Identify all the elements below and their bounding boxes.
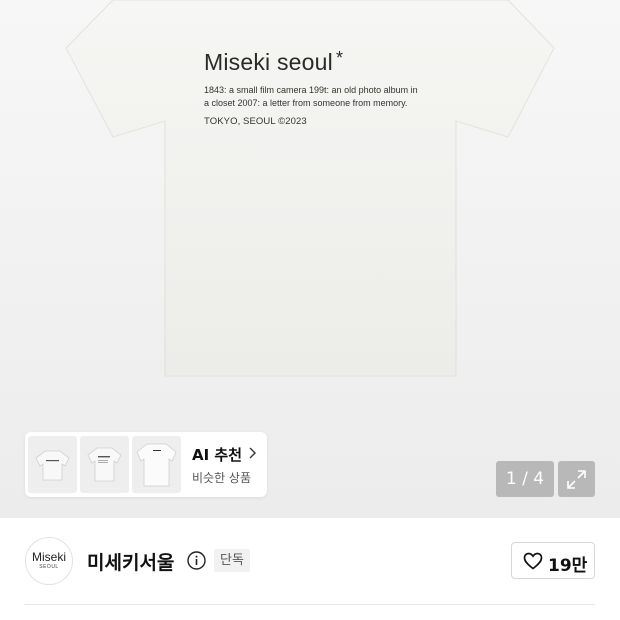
store-logo[interactable]: Miseki SEOUL — [25, 537, 73, 585]
ai-recommendation-subtitle: 비슷한 상품 — [192, 471, 252, 485]
recommendation-thumbnail[interactable] — [80, 436, 129, 493]
recommendation-thumbnail[interactable] — [28, 436, 77, 493]
like-count: 19만 — [548, 556, 588, 576]
recommendation-thumbnail[interactable] — [132, 436, 181, 493]
product-image-gallery[interactable]: Miseki seoul * 1843: a small film camera … — [0, 0, 620, 518]
store-name[interactable]: 미세키서울 — [87, 548, 174, 575]
heart-icon — [523, 552, 543, 570]
expand-icon — [567, 470, 586, 489]
expand-image-button[interactable] — [558, 461, 595, 497]
shirt-story-print: 1843: a small film camera 199t: an old p… — [204, 85, 418, 108]
info-icon[interactable] — [187, 551, 206, 570]
like-button[interactable]: 19만 — [511, 542, 595, 579]
image-pager: 1 / 4 — [496, 461, 554, 497]
ai-recommendation-card[interactable]: AI 추천 비슷한 상품 — [25, 432, 267, 497]
ai-recommendation-title: AI 추천 — [192, 446, 243, 464]
store-info-row: Miseki SEOUL 미세키서울 단독 19만 — [0, 518, 620, 604]
shirt-origin-print: TOKYO, SEOUL ©2023 — [204, 116, 307, 127]
exclusive-badge: 단독 — [214, 549, 250, 572]
divider — [25, 604, 595, 605]
shirt-brand-print: Miseki seoul * — [204, 48, 344, 75]
shirt-print: Miseki seoul * 1843: a small film camera … — [204, 48, 424, 127]
chevron-right-icon — [249, 447, 256, 459]
